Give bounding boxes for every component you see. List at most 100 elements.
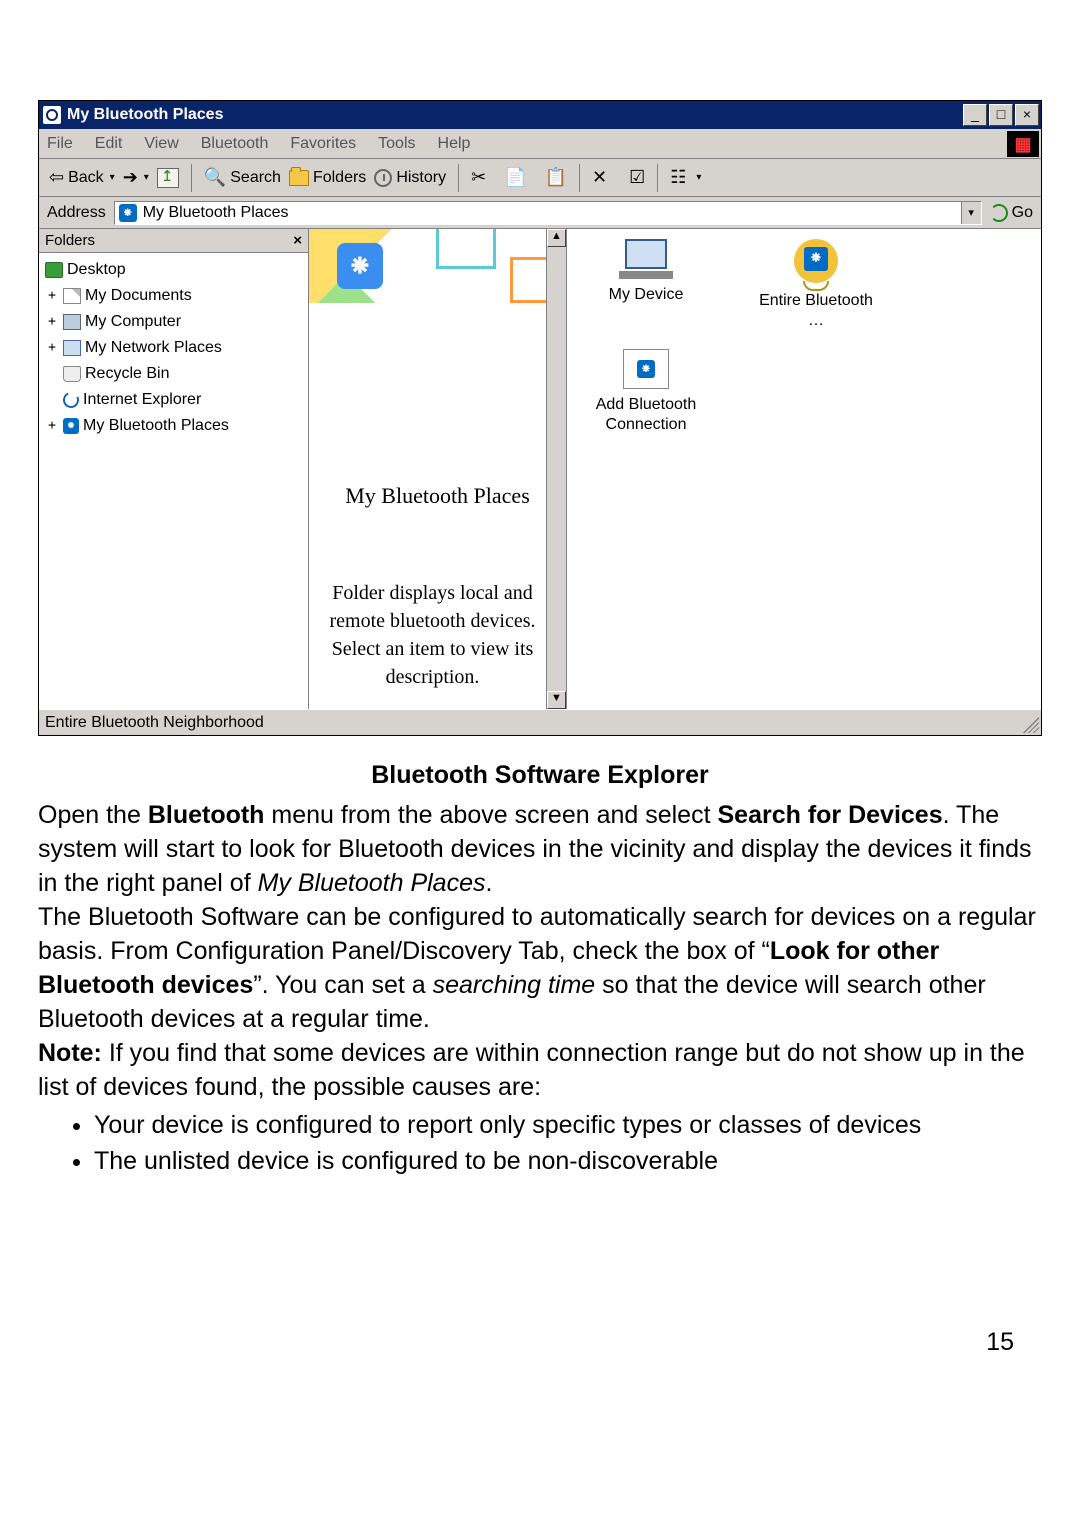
menu-edit[interactable]: Edit — [95, 135, 123, 153]
folders-pane: Folders × Desktop + My Documents + — [39, 229, 309, 709]
address-label: Address — [47, 204, 106, 222]
item-label: Add Bluetooth Connection — [581, 395, 711, 435]
doc-bullet-list: Your device is configured to report only… — [38, 1108, 1042, 1178]
tree-label: Desktop — [67, 257, 126, 283]
info-description: Folder displays local and remote bluetoo… — [325, 579, 540, 691]
close-button[interactable]: × — [1015, 104, 1039, 126]
titlebar[interactable]: My Bluetooth Places _ □ × — [39, 101, 1041, 129]
search-button[interactable]: 🔍 Search — [204, 167, 281, 188]
explorer-body: Folders × Desktop + My Documents + — [39, 229, 1041, 709]
search-icon: 🔍 — [204, 167, 226, 188]
go-icon — [990, 204, 1008, 222]
folders-button[interactable]: Folders — [289, 169, 366, 187]
menu-help[interactable]: Help — [438, 135, 471, 153]
bluetooth-large-icon: ⁕ — [337, 243, 383, 289]
undo-icon[interactable]: ☑ — [629, 167, 645, 188]
item-my-device[interactable]: My Device — [581, 239, 711, 331]
document-text: Bluetooth Software Explorer Open the Blu… — [38, 758, 1042, 1178]
tree-internet-explorer[interactable]: Internet Explorer — [45, 387, 302, 413]
menu-tools[interactable]: Tools — [378, 135, 415, 153]
address-field[interactable]: ⁕ My Bluetooth Places ▾ — [114, 201, 982, 225]
desktop-icon — [45, 262, 63, 278]
tree-label: My Documents — [85, 283, 192, 309]
item-label: My Device — [581, 285, 711, 305]
history-label: History — [396, 169, 446, 187]
cut-icon[interactable]: ✂ — [471, 167, 486, 188]
back-arrow-icon: ⇦ — [49, 167, 64, 188]
folders-close-icon[interactable]: × — [293, 232, 302, 249]
expand-icon[interactable]: + — [45, 335, 59, 361]
paste-icon[interactable]: 📋 — [545, 167, 567, 188]
tree-my-computer[interactable]: + My Computer — [45, 309, 302, 335]
menu-bluetooth[interactable]: Bluetooth — [201, 135, 269, 153]
doc-paragraph: Open the Bluetooth menu from the above s… — [38, 798, 1042, 900]
tree-label: My Computer — [85, 309, 181, 335]
folders-header: Folders × — [39, 229, 308, 253]
tree-bluetooth-places[interactable]: + ⁕ My Bluetooth Places — [45, 413, 302, 439]
scroll-up-icon[interactable]: ▲ — [547, 229, 566, 247]
info-title: My Bluetooth Places — [309, 483, 566, 509]
history-button[interactable]: History — [374, 169, 446, 187]
copy-icon[interactable]: 📄 — [504, 167, 526, 188]
add-bluetooth-icon: ⁕ — [623, 349, 669, 389]
menubar: File Edit View Bluetooth Favorites Tools… — [39, 129, 1041, 159]
content-pane[interactable]: My Device ⁕ Entire Bluetooth … ⁕ Add Blu… — [567, 229, 1041, 709]
tree-network-places[interactable]: + My Network Places — [45, 335, 302, 361]
back-button[interactable]: ⇦ Back ▾ — [49, 167, 115, 188]
info-pane: ⁕ My Bluetooth Places Folder displays lo… — [309, 229, 567, 709]
go-button[interactable]: Go — [990, 204, 1033, 222]
resize-grip-icon[interactable] — [1023, 717, 1039, 733]
menu-view[interactable]: View — [144, 135, 178, 153]
menu-file[interactable]: File — [47, 135, 73, 153]
forward-dropdown-icon[interactable]: ▾ — [144, 172, 149, 183]
toolbar: ⇦ Back ▾ ➔ ▾ 🔍 Search Folders History — [39, 159, 1041, 197]
views-icon[interactable]: ☷ — [670, 167, 686, 188]
tree-desktop[interactable]: Desktop — [45, 257, 302, 283]
folders-icon — [289, 170, 309, 186]
views-dropdown-icon[interactable]: ▾ — [696, 172, 701, 183]
minimize-button[interactable]: _ — [963, 104, 987, 126]
bluetooth-window-icon — [43, 106, 61, 124]
tree-my-documents[interactable]: + My Documents — [45, 283, 302, 309]
back-dropdown-icon[interactable]: ▾ — [110, 172, 115, 183]
address-value: My Bluetooth Places — [143, 204, 289, 222]
my-device-icon — [619, 239, 673, 279]
expand-icon[interactable]: + — [45, 413, 59, 439]
doc-bullet: Your device is configured to report only… — [94, 1108, 1042, 1142]
delete-icon[interactable]: ✕ — [592, 167, 607, 188]
item-add-bluetooth-connection[interactable]: ⁕ Add Bluetooth Connection — [581, 349, 711, 435]
menu-favorites[interactable]: Favorites — [290, 135, 356, 153]
doc-paragraph: The Bluetooth Software can be configured… — [38, 900, 1042, 1036]
network-icon — [63, 340, 81, 356]
folders-title: Folders — [45, 232, 95, 249]
bluetooth-icon: ⁕ — [63, 418, 79, 434]
search-label: Search — [230, 169, 281, 187]
entire-bluetooth-icon: ⁕ — [751, 239, 881, 291]
expand-icon[interactable]: + — [45, 309, 59, 335]
scroll-down-icon[interactable]: ▼ — [547, 691, 566, 709]
computer-icon — [63, 314, 81, 330]
info-scrollbar[interactable]: ▲ ▼ — [546, 229, 566, 709]
explorer-window: My Bluetooth Places _ □ × File Edit View… — [38, 100, 1042, 736]
tree-recycle-bin[interactable]: Recycle Bin — [45, 361, 302, 387]
window-title: My Bluetooth Places — [67, 106, 963, 124]
item-entire-bluetooth[interactable]: ⁕ Entire Bluetooth … — [751, 239, 881, 331]
tree-label: My Network Places — [85, 335, 222, 361]
go-label: Go — [1012, 204, 1033, 222]
address-dropdown-icon[interactable]: ▾ — [961, 202, 981, 224]
status-bar: Entire Bluetooth Neighborhood — [39, 709, 1041, 735]
tree-label: Internet Explorer — [83, 387, 201, 413]
bluetooth-icon: ⁕ — [119, 204, 137, 222]
throbber-icon: ▦ — [1007, 131, 1039, 157]
maximize-button[interactable]: □ — [989, 104, 1013, 126]
info-banner: ⁕ — [309, 229, 566, 303]
history-icon — [374, 169, 392, 187]
doc-heading: Bluetooth Software Explorer — [38, 758, 1042, 792]
up-button[interactable] — [157, 168, 179, 188]
forward-button[interactable]: ➔ ▾ — [123, 167, 149, 188]
folders-label: Folders — [313, 169, 366, 187]
back-label: Back — [68, 169, 104, 187]
expand-icon[interactable]: + — [45, 283, 59, 309]
ie-icon — [61, 390, 82, 411]
forward-arrow-icon: ➔ — [123, 167, 138, 188]
